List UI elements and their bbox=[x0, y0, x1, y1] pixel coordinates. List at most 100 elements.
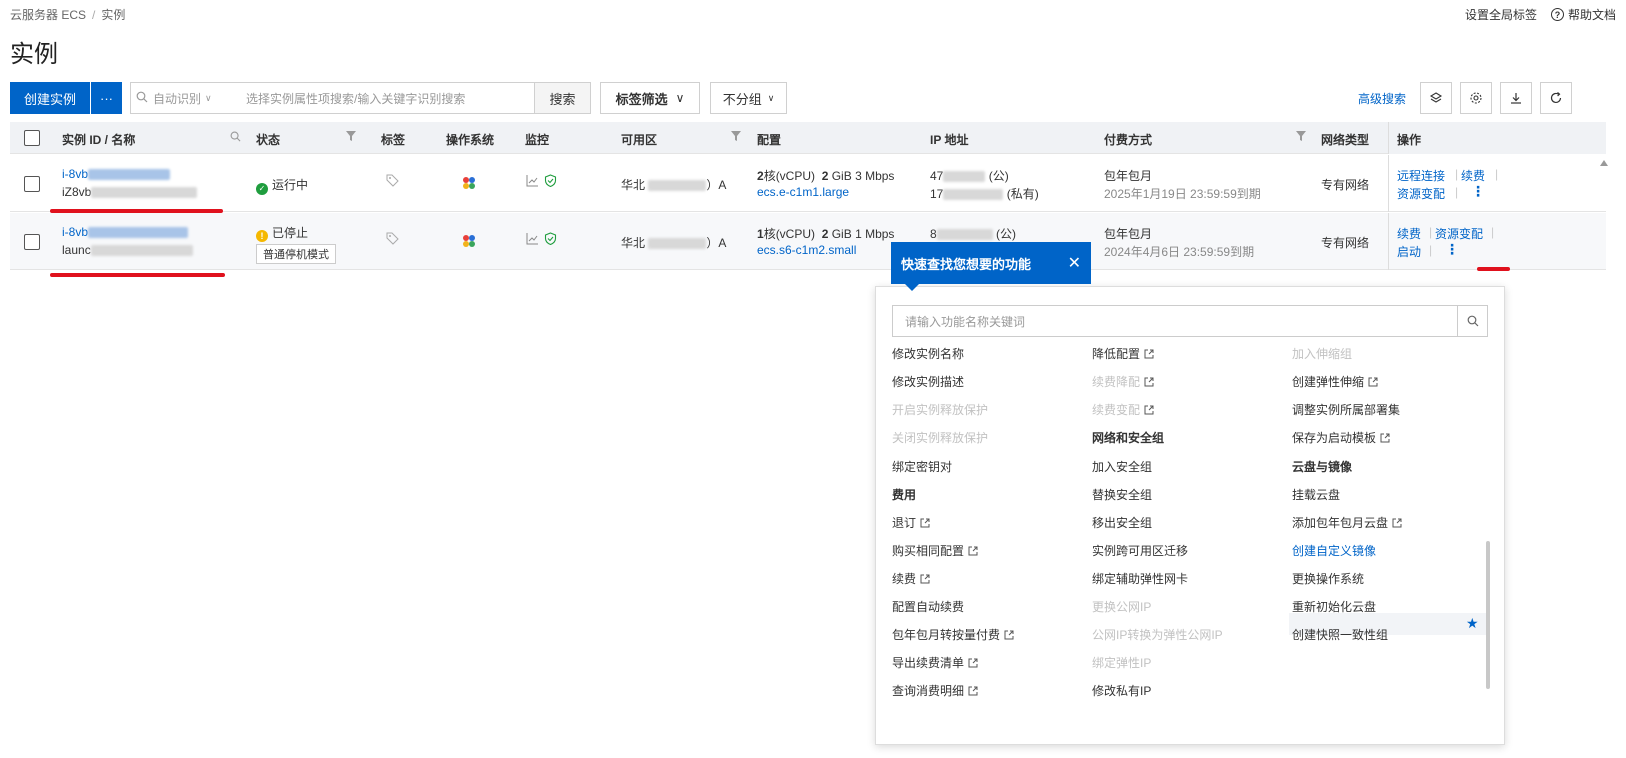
menu-item[interactable]: 更换操作系统 bbox=[1292, 570, 1364, 587]
create-instance-button[interactable]: 创建实例 bbox=[10, 82, 90, 114]
dropdown-scrollbar[interactable] bbox=[1486, 541, 1490, 689]
menu-item[interactable]: 重新初始化云盘 bbox=[1292, 598, 1376, 615]
menu-item[interactable]: 降低配置 bbox=[1092, 345, 1154, 362]
mem-unit: GiB 3 Mbps bbox=[828, 169, 895, 183]
os-linux-icon bbox=[462, 176, 476, 193]
external-link-icon bbox=[1364, 375, 1378, 389]
menu-item[interactable]: 调整实例所属部署集 bbox=[1292, 401, 1400, 418]
menu-item-label: 购买相同配置 bbox=[892, 543, 965, 558]
download-icon[interactable] bbox=[1500, 82, 1532, 114]
menu-item[interactable]: 挂载云盘 bbox=[1292, 486, 1340, 503]
search-icon[interactable] bbox=[1457, 306, 1487, 336]
menu-item: 加入伸缩组 bbox=[1292, 345, 1352, 362]
search-button[interactable]: 搜索 bbox=[534, 82, 591, 114]
help-docs-link[interactable]: ? 帮助文档 bbox=[1550, 6, 1616, 23]
menu-item[interactable]: 修改私有IP bbox=[1092, 682, 1151, 699]
col-status: 状态 bbox=[256, 133, 281, 147]
menu-item[interactable]: 创建弹性伸缩 bbox=[1292, 373, 1378, 390]
menu-item-label: 更换操作系统 bbox=[1292, 571, 1365, 586]
menu-item[interactable]: 退订 bbox=[892, 514, 930, 531]
remote-connect-link[interactable]: 远程连接 bbox=[1397, 167, 1445, 184]
menu-item-label: 实例跨可用区迁移 bbox=[1092, 543, 1189, 558]
layers-icon[interactable] bbox=[1420, 82, 1452, 114]
shield-icon[interactable] bbox=[544, 232, 557, 248]
menu-item[interactable]: 修改实例名称 bbox=[892, 345, 964, 362]
redacted-text bbox=[90, 245, 193, 257]
settings-gear-icon[interactable] bbox=[1460, 82, 1492, 114]
more-vertical-icon[interactable]: ⋮ bbox=[1471, 183, 1485, 200]
menu-item[interactable]: 绑定辅助弹性网卡 bbox=[1092, 570, 1188, 587]
search-input[interactable]: 自动识别 ∨ 选择实例属性项搜索/输入关键字识别搜索 bbox=[130, 82, 535, 114]
feature-search-input[interactable]: 请输入功能名称关键词 bbox=[892, 305, 1488, 337]
shield-icon[interactable] bbox=[544, 174, 557, 190]
monitor-chart-icon[interactable] bbox=[526, 174, 539, 190]
menu-item[interactable]: 绑定密钥对 bbox=[892, 458, 952, 475]
table-row: i-8vb launc ! 已停止 普通停机模式 华北 ）A 1核(vCPU) 2… bbox=[10, 213, 1606, 270]
select-all-checkbox[interactable] bbox=[24, 130, 40, 146]
filter-icon[interactable] bbox=[346, 131, 356, 144]
row-checkbox[interactable] bbox=[24, 234, 40, 250]
menu-item: 关闭实例释放保护 bbox=[892, 429, 988, 446]
divider: | bbox=[1429, 225, 1433, 239]
tag-icon[interactable] bbox=[386, 232, 399, 248]
search-icon[interactable] bbox=[230, 131, 241, 145]
menu-item[interactable]: 保存为启动模板 bbox=[1292, 429, 1390, 446]
scroll-up-arrow-icon[interactable] bbox=[1600, 160, 1608, 166]
instance-spec-link[interactable]: ecs.e-c1m1.large bbox=[757, 185, 849, 199]
resize-link[interactable]: 资源变配 bbox=[1435, 225, 1483, 242]
menu-item[interactable]: 实例跨可用区迁移 bbox=[1092, 542, 1188, 559]
menu-item[interactable]: 加入安全组 bbox=[1092, 458, 1152, 475]
table-row: i-8vb iZ8vb ✓ 运行中 华北 ）A 2核(vCPU) 2 GiB 3 … bbox=[10, 155, 1606, 212]
advanced-search-link[interactable]: 高级搜索 bbox=[1358, 90, 1406, 107]
menu-item[interactable]: 续费 bbox=[892, 570, 930, 587]
menu-item[interactable]: 添加包年包月云盘 bbox=[1292, 514, 1402, 531]
menu-item-label: 云盘与镜像 bbox=[1292, 459, 1353, 474]
start-link[interactable]: 启动 bbox=[1397, 243, 1421, 260]
menu-item[interactable]: 创建自定义镜像 bbox=[1292, 542, 1376, 559]
menu-item[interactable]: 创建快照一致性组 bbox=[1292, 626, 1388, 643]
menu-item: 绑定弹性IP bbox=[1092, 654, 1151, 671]
breadcrumb-root[interactable]: 云服务器 ECS bbox=[10, 8, 86, 22]
menu-item[interactable]: 移出安全组 bbox=[1092, 514, 1152, 531]
filter-icon[interactable] bbox=[1296, 131, 1306, 144]
menu-item[interactable]: 导出续费清单 bbox=[892, 654, 978, 671]
stop-mode-badge: 普通停机模式 bbox=[256, 244, 336, 264]
external-link-icon bbox=[1140, 403, 1154, 417]
menu-item[interactable]: 购买相同配置 bbox=[892, 542, 978, 559]
menu-item-label: 修改实例名称 bbox=[892, 347, 965, 362]
row-checkbox[interactable] bbox=[24, 176, 40, 192]
star-favorite-icon[interactable]: ★ bbox=[1466, 615, 1479, 632]
renew-link[interactable]: 续费 bbox=[1397, 225, 1421, 242]
menu-item-label: 创建快照一致性组 bbox=[1292, 628, 1389, 643]
instance-id-link[interactable]: i-8vb bbox=[62, 225, 189, 239]
menu-item[interactable]: 修改实例描述 bbox=[892, 373, 964, 390]
menu-item[interactable]: 包年包月转按量付费 bbox=[892, 626, 1014, 643]
zone-prefix: 华北 bbox=[621, 236, 646, 250]
tag-icon[interactable] bbox=[386, 174, 399, 190]
group-select[interactable]: 不分组 ∨ bbox=[710, 82, 787, 114]
instance-spec-link[interactable]: ecs.s6-c1m2.small bbox=[757, 243, 856, 257]
menu-item[interactable]: 查询消费明细 bbox=[892, 682, 978, 699]
tag-filter-button[interactable]: 标签筛选 ∨ bbox=[600, 82, 700, 114]
menu-item[interactable]: 配置自动续费 bbox=[892, 598, 964, 615]
config-value: 2核(vCPU) 2 GiB 3 Mbps bbox=[757, 167, 894, 184]
close-icon[interactable]: ✕ bbox=[1068, 253, 1081, 273]
menu-item[interactable]: 替换安全组 bbox=[1092, 486, 1152, 503]
menu-item-label: 绑定密钥对 bbox=[892, 459, 953, 474]
monitor-chart-icon[interactable] bbox=[526, 232, 539, 248]
menu-group-heading: 费用 bbox=[892, 486, 916, 503]
menu-item-label: 更换公网IP bbox=[1092, 600, 1152, 614]
more-actions-button[interactable]: ··· bbox=[91, 82, 122, 114]
feature-search-tooltip: 快速查找您想要的功能 ✕ bbox=[891, 242, 1091, 291]
menu-item: 续费降配 bbox=[1092, 373, 1154, 390]
more-vertical-icon[interactable]: ⋮ bbox=[1445, 241, 1459, 258]
renew-link[interactable]: 续费 bbox=[1461, 167, 1485, 184]
search-type-select[interactable]: 自动识别 ∨ bbox=[153, 90, 228, 107]
expire-time: 2025年1月19日 23:59:59到期 bbox=[1104, 187, 1261, 201]
refresh-icon[interactable] bbox=[1540, 82, 1572, 114]
filter-icon[interactable] bbox=[731, 131, 741, 144]
resize-link[interactable]: 资源变配 bbox=[1397, 185, 1445, 202]
redacted-text bbox=[936, 229, 993, 241]
global-tags-link[interactable]: 设置全局标签 bbox=[1465, 6, 1537, 23]
instance-id-link[interactable]: i-8vb bbox=[62, 167, 171, 181]
